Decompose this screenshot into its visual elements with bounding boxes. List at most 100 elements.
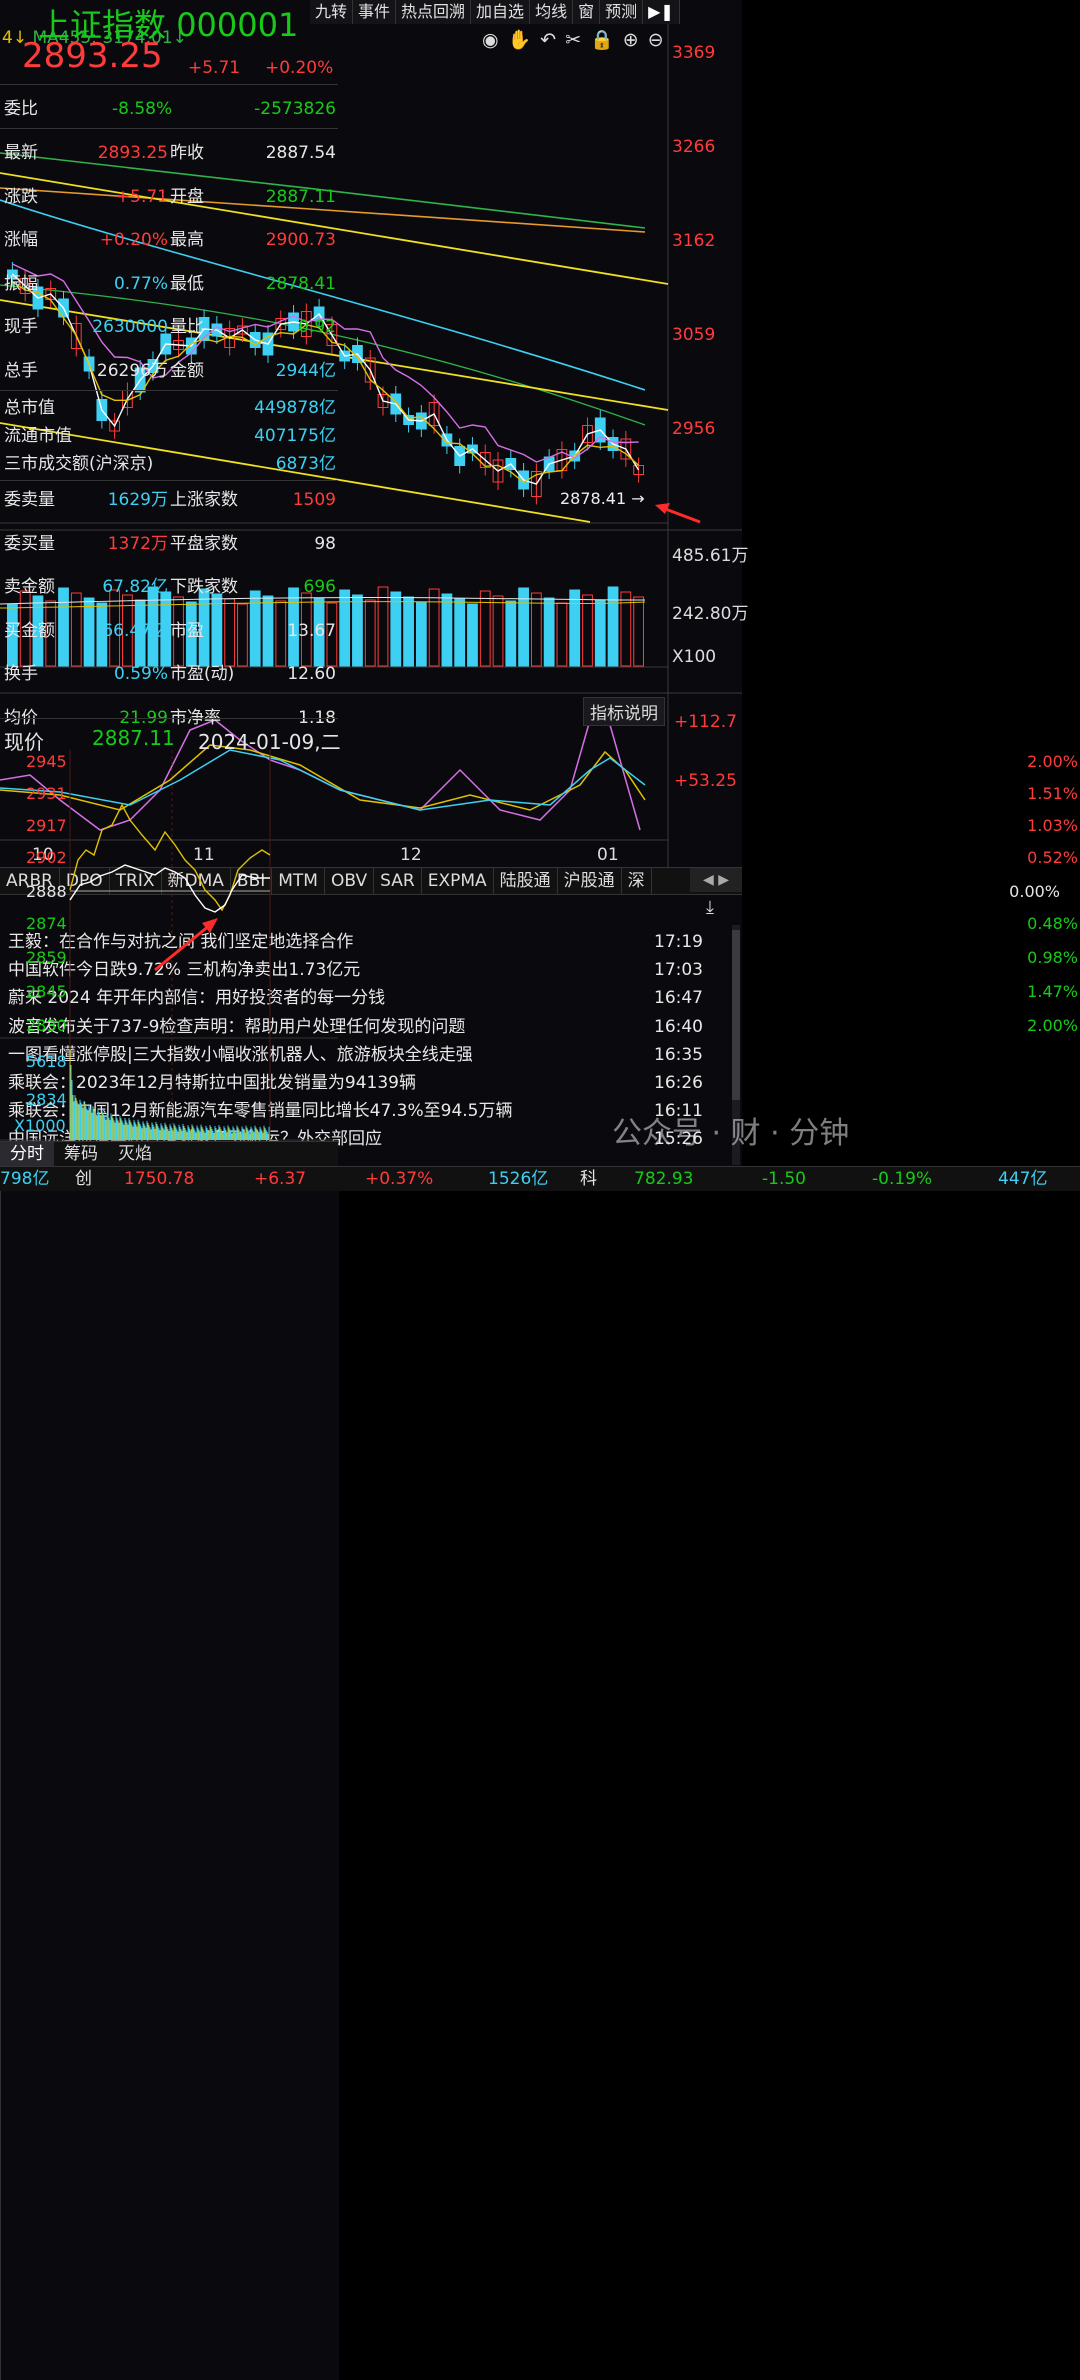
- intraday-price-tick: 2874: [26, 914, 67, 933]
- quote-label: 市盈(动): [170, 664, 235, 684]
- toolbar-ma[interactable]: 均线: [530, 0, 574, 24]
- intraday-price-tick: 2888: [26, 882, 67, 901]
- status-pct-ke: -0.19%: [872, 1169, 933, 1189]
- intraday-pct-tick: 0.00%: [1009, 882, 1060, 901]
- quote-label: 最高: [170, 230, 204, 250]
- quote-value: 2900.73: [265, 230, 336, 250]
- quote-value: 1509: [292, 490, 336, 510]
- news-scrollbar-thumb[interactable]: [732, 930, 740, 1100]
- intraday-volume-tick: 2834: [26, 1090, 67, 1109]
- tab-scroll-buttons[interactable]: ◀ ▶: [690, 868, 742, 892]
- tab-shen[interactable]: 深: [622, 868, 652, 894]
- tab-hugutong[interactable]: 沪股通: [558, 868, 622, 894]
- weibi-diff: -2573826: [254, 99, 336, 119]
- lock-icon[interactable]: 🔒: [590, 29, 623, 51]
- toolbar-forecast[interactable]: 预测: [600, 0, 644, 24]
- status-label-ke[interactable]: 科: [580, 1167, 597, 1191]
- intraday-pct-tick: 1.51%: [1027, 784, 1078, 803]
- divider: [0, 128, 338, 129]
- intraday-price-tick: 2902: [26, 848, 67, 867]
- scroll-right-icon[interactable]: ▶: [718, 872, 729, 888]
- bottom-status-bar: 798亿 创 1750.78 +6.37 +0.37% 1526亿 科 782.…: [0, 1166, 1080, 1191]
- status-index-ke: 782.93: [634, 1169, 694, 1189]
- news-time: 16:35: [654, 1044, 703, 1065]
- quote-label: 总手: [4, 360, 38, 381]
- quote-label: 振幅: [4, 273, 38, 294]
- quote-value: 67.82亿: [102, 577, 168, 597]
- news-time: 17:03: [654, 960, 703, 981]
- quote-label: 涨幅: [4, 230, 38, 250]
- quote-row: 买金额 66.47亿 市盈 13.67: [0, 617, 338, 645]
- quote-value: 2878.41: [265, 273, 336, 294]
- scroll-left-icon[interactable]: ◀: [703, 872, 714, 888]
- undo-icon[interactable]: ↶: [540, 29, 565, 51]
- mkt-value: 6873亿: [275, 454, 336, 474]
- quote-label: 现手: [4, 317, 38, 337]
- quote-value: 2630000: [92, 317, 168, 337]
- volume-tick: 242.80万: [672, 604, 749, 624]
- tab-chips[interactable]: 筹码: [54, 1142, 108, 1167]
- mkt-value: 449878亿: [254, 398, 336, 418]
- eye-icon[interactable]: ◉: [482, 29, 508, 51]
- quote-row: 最新 2893.25 昨收 2887.54: [0, 139, 338, 167]
- indicator-tick: +53.25: [674, 771, 737, 791]
- quote-row: 总手 26296万 金额 2944亿: [0, 357, 338, 385]
- toolbar-jiuzhuan[interactable]: 九转: [310, 0, 354, 24]
- toolbar-add-watchlist[interactable]: 加自选: [471, 0, 531, 24]
- price-tick: 3059: [672, 325, 716, 345]
- indicator-help-button[interactable]: 指标说明: [583, 697, 665, 726]
- divider: [0, 84, 338, 85]
- status-label-chuang[interactable]: 创: [75, 1167, 92, 1191]
- tab-expma[interactable]: EXPMA: [422, 868, 494, 894]
- tab-lugutong[interactable]: 陆股通: [494, 868, 558, 894]
- quote-value: 98: [314, 533, 336, 554]
- status-pct-chuang: +0.37%: [365, 1169, 434, 1189]
- intraday-volume-bars: [69, 1050, 270, 1140]
- intraday-tabs: 分时 筹码 灭焰: [0, 1141, 338, 1167]
- weibi-label: 委比: [4, 99, 38, 119]
- intraday-pct-tick: 2.00%: [1027, 752, 1078, 771]
- toolbar-window[interactable]: 窗: [573, 0, 601, 24]
- weibi-row: 委比 -8.58% -2573826: [0, 95, 338, 123]
- tab-intraday[interactable]: 分时: [0, 1142, 54, 1167]
- quote-label: 开盘: [170, 186, 204, 207]
- tab-mieyan[interactable]: 灭焰: [108, 1142, 162, 1167]
- quote-row: 涨幅 +0.20% 最高 2900.73: [0, 226, 338, 254]
- total-mkt-cap-row: 总市值 449878亿: [0, 394, 338, 422]
- intraday-arrow: [154, 918, 218, 972]
- zoom-in-icon[interactable]: ⊕: [623, 29, 648, 51]
- quote-value: 0.59%: [113, 664, 168, 684]
- tab-sar[interactable]: SAR: [374, 868, 422, 894]
- news-time: 17:19: [654, 932, 703, 952]
- quote-value: 26296万: [96, 360, 168, 381]
- quote-row: 委卖量 1629万 上涨家数 1509: [0, 486, 338, 514]
- toolbar-event[interactable]: 事件: [353, 0, 397, 24]
- quote-value: 2887.11: [265, 186, 336, 207]
- watermark: 公众号 · 财 · 分钟: [612, 1116, 850, 1151]
- indicator-tick: +112.7: [674, 712, 737, 732]
- download-icon[interactable]: ⤓: [706, 897, 714, 918]
- intraday-price-tick: 2917: [26, 816, 67, 835]
- news-time: 16:26: [654, 1072, 703, 1093]
- quote-label: 最低: [170, 273, 204, 294]
- weibi-pct: -8.58%: [112, 99, 173, 119]
- quote-value: 2944亿: [275, 360, 336, 381]
- quote-row: 委买量 1372万 平盘家数 98: [0, 530, 338, 558]
- price-tick: 3369: [672, 43, 716, 63]
- intraday-pct-tick: 0.52%: [1027, 848, 1078, 867]
- quote-value: 0.77%: [113, 273, 168, 294]
- quote-label: 最新: [4, 143, 38, 163]
- quote-panel: 上证指数 000001 2893.25 +5.71 +0.20% 委比 -8.5…: [0, 6, 1078, 2380]
- quote-label: 委买量: [4, 533, 55, 554]
- price-tick: 2956: [672, 419, 716, 439]
- scissors-icon[interactable]: ✂: [565, 29, 590, 51]
- quote-label: 涨跌: [4, 186, 38, 207]
- hand-icon[interactable]: ✋: [508, 29, 541, 51]
- quote-value: 1629万: [107, 490, 168, 510]
- zoom-out-icon[interactable]: ⊖: [648, 29, 673, 51]
- expand-icon[interactable]: ▶❚: [643, 0, 680, 24]
- price-tick: 3266: [672, 137, 716, 157]
- intraday-chart[interactable]: [0, 750, 338, 1142]
- mkt-label: 三市成交额(沪深京): [4, 454, 154, 474]
- toolbar-hotspot[interactable]: 热点回溯: [396, 0, 472, 24]
